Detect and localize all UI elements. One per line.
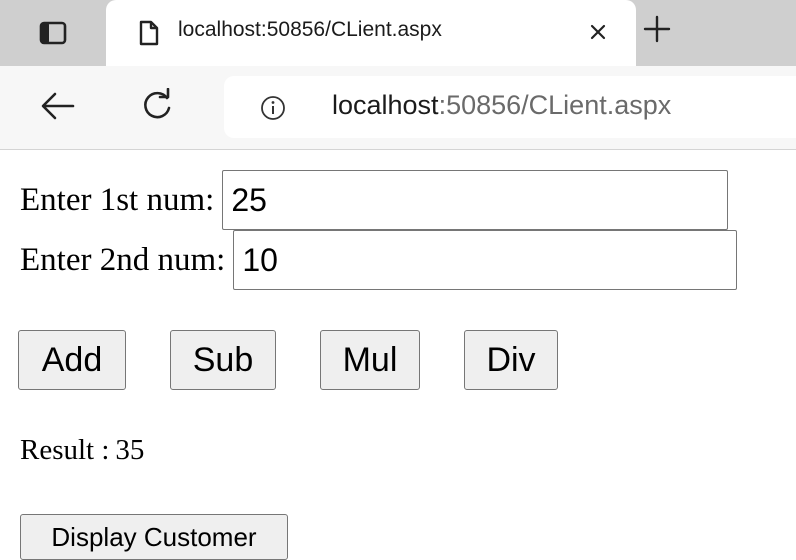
- info-icon[interactable]: [260, 95, 286, 121]
- plus-icon[interactable]: [642, 14, 672, 44]
- num1-label: Enter 1st num:: [20, 181, 215, 218]
- close-icon[interactable]: [588, 22, 608, 42]
- tab-strip: localhost:50856/CLient.aspx: [0, 0, 796, 66]
- window-menu-button[interactable]: [8, 0, 98, 66]
- reload-icon[interactable]: [140, 88, 174, 124]
- result-line: Result :35: [20, 434, 144, 467]
- back-arrow-icon[interactable]: [40, 90, 76, 122]
- window-icon: [39, 21, 67, 45]
- result-value: 35: [115, 434, 145, 466]
- address-bar[interactable]: localhost:50856/CLient.aspx: [224, 76, 796, 138]
- url-host: localhost: [332, 90, 439, 120]
- num2-input[interactable]: 10: [233, 230, 738, 290]
- url-path: :50856/CLient.aspx: [438, 90, 672, 120]
- operation-buttons: Add Sub Mul Div: [18, 330, 558, 390]
- num2-row: Enter 2nd num: 10: [20, 230, 738, 290]
- tab-title: localhost:50856/CLient.aspx: [178, 18, 442, 41]
- div-button[interactable]: Div: [464, 330, 558, 390]
- add-button[interactable]: Add: [18, 330, 126, 390]
- browser-toolbar: localhost:50856/CLient.aspx: [0, 66, 796, 150]
- result-label: Result :: [20, 434, 110, 466]
- url-text[interactable]: localhost:50856/CLient.aspx: [332, 90, 671, 121]
- num2-label: Enter 2nd num:: [20, 241, 226, 278]
- num1-row: Enter 1st num: 25: [20, 170, 729, 230]
- page-content: Enter 1st num: 25 Enter 2nd num: 10 Add …: [0, 150, 796, 560]
- document-icon: [139, 20, 159, 46]
- num1-input[interactable]: 25: [222, 170, 729, 230]
- browser-tab[interactable]: localhost:50856/CLient.aspx: [106, 0, 636, 66]
- display-customer-button[interactable]: Display Customer: [20, 514, 288, 560]
- mul-button[interactable]: Mul: [320, 330, 420, 390]
- sub-button[interactable]: Sub: [170, 330, 276, 390]
